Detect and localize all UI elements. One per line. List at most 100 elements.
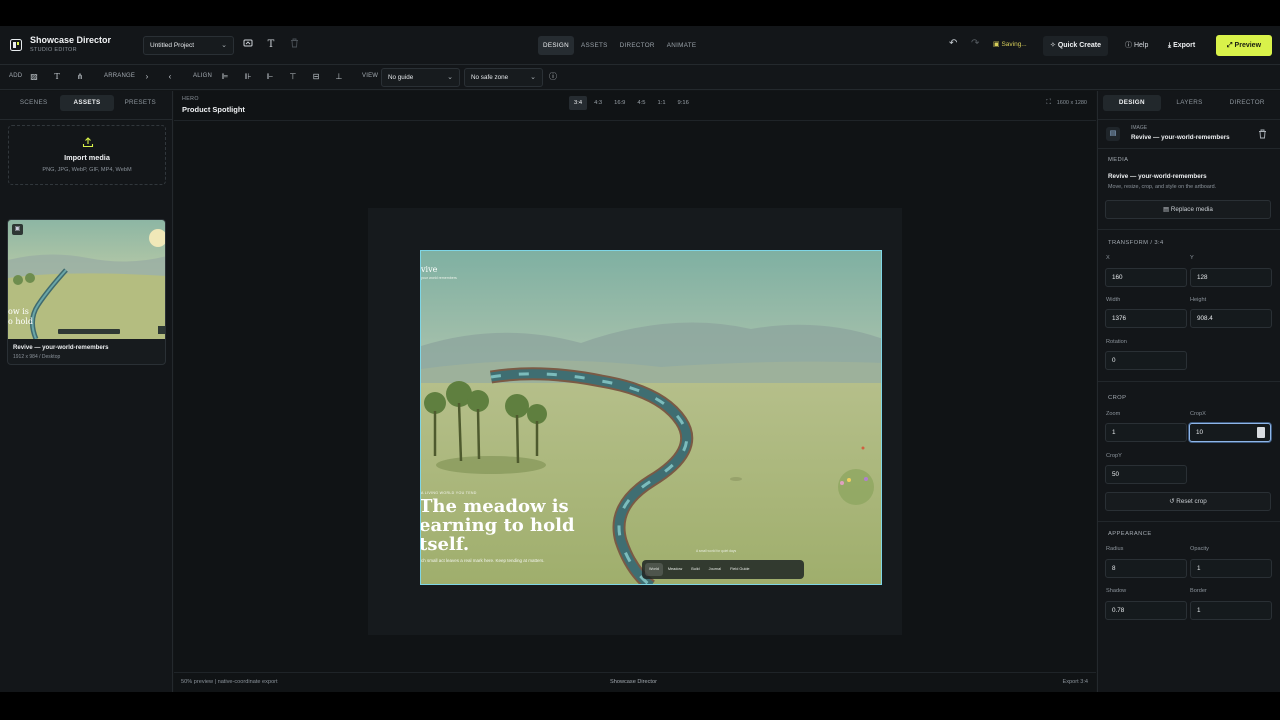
add-text-icon[interactable]: T: [51, 71, 63, 83]
canvas-area: HERO Product Spotlight 3:4 4:3 16:9 4:5 …: [174, 91, 1096, 692]
zoom-field[interactable]: 1: [1105, 423, 1187, 442]
canvas-dimensions: ⛶ 1600 x 1280: [1046, 99, 1087, 106]
asset-thumbnail: ow is o hold: [8, 220, 165, 339]
project-select[interactable]: Untitled Project ⌄: [143, 36, 234, 55]
project-name: Untitled Project: [150, 42, 195, 49]
view-label: VIEW: [362, 73, 379, 79]
guide-select[interactable]: No guide ⌄: [381, 68, 460, 87]
tab-design[interactable]: DESIGN: [538, 36, 574, 55]
magic-wand-icon: ✧: [1050, 42, 1056, 49]
reset-crop-button[interactable]: ↺ Reset crop: [1105, 492, 1271, 511]
cropy-field[interactable]: 50: [1105, 465, 1187, 484]
artboard-note: A small world for quiet days: [696, 549, 737, 553]
height-field[interactable]: 908.4: [1190, 309, 1272, 328]
tab-director[interactable]: DIRECTOR: [1218, 95, 1276, 111]
align-center-icon[interactable]: ⊪: [242, 71, 254, 83]
add-shape-icon[interactable]: ⋔: [74, 71, 86, 83]
ratio-1-1[interactable]: 1:1: [652, 96, 670, 110]
tab-presets[interactable]: PRESETS: [114, 95, 167, 111]
quick-create-button[interactable]: ✧ Quick Create: [1043, 36, 1109, 56]
ratio-4-3[interactable]: 4:3: [589, 96, 607, 110]
cropx-field[interactable]: 10: [1189, 423, 1271, 442]
reset-icon: ↺: [1169, 498, 1175, 505]
chevron-down-icon: ⌄: [221, 42, 227, 49]
fullscreen-icon[interactable]: ⛶: [1046, 99, 1051, 106]
import-media-dropzone[interactable]: Import media PNG, JPG, WebP, GIF, MP4, W…: [8, 125, 166, 185]
transform-section-title: TRANSFORM / 3:4: [1108, 240, 1164, 246]
ratio-9-16[interactable]: 9:16: [673, 96, 694, 110]
tab-scenes[interactable]: SCENES: [7, 95, 60, 111]
radius-label: Radius: [1106, 546, 1124, 552]
artboard-brand: vive: [421, 265, 438, 274]
replace-media-button[interactable]: ▤ Replace media: [1105, 200, 1271, 219]
cropy-label: CropY: [1106, 453, 1122, 459]
add-text-icon[interactable]: T: [264, 38, 278, 52]
divider: [0, 119, 173, 120]
media-name: Revive — your-world-remembers: [1108, 173, 1207, 180]
align-right-icon[interactable]: ⊩: [264, 71, 276, 83]
info-icon[interactable]: ⓘ: [547, 71, 559, 83]
ratio-4-5[interactable]: 4:5: [632, 96, 650, 110]
chevron-down-icon: ⌄: [530, 74, 536, 81]
safe-zone-select[interactable]: No safe zone ⌄: [464, 68, 543, 87]
align-bottom-icon[interactable]: ⊥: [333, 71, 345, 83]
tab-layers[interactable]: LAYERS: [1161, 95, 1219, 111]
ratio-16-9[interactable]: 16:9: [609, 96, 630, 110]
artboard-body: ch small act leaves a real mark here. Ke…: [421, 558, 545, 563]
preview-button[interactable]: ⤢ Preview: [1216, 35, 1272, 56]
app-title: Showcase Director: [30, 35, 112, 45]
add-label: ADD: [9, 73, 23, 79]
width-label: Width: [1106, 297, 1121, 303]
align-label: ALIGN: [193, 73, 213, 79]
tab-design[interactable]: DESIGN: [1103, 95, 1161, 111]
rotation-field[interactable]: 0: [1105, 351, 1187, 370]
preview-info: 50% preview | native-coordinate export: [181, 679, 278, 685]
radius-field[interactable]: 8: [1105, 559, 1187, 578]
border-field[interactable]: 1: [1190, 601, 1272, 620]
left-panel-tabs: SCENES ASSETS PRESETS: [7, 95, 167, 111]
opacity-field[interactable]: 1: [1190, 559, 1272, 578]
inspector-tabs: DESIGN LAYERS DIRECTOR: [1103, 95, 1276, 111]
export-ratio: Export 3:4: [1062, 679, 1089, 685]
tab-assets[interactable]: ASSETS: [576, 36, 613, 55]
export-button[interactable]: ⤓ Export: [1168, 36, 1195, 56]
stepper-icon[interactable]: [1257, 427, 1265, 438]
opacity-label: Opacity: [1190, 546, 1209, 552]
width-field[interactable]: 1376: [1105, 309, 1187, 328]
asset-card[interactable]: ow is o hold ▣ Revive — your-world-remem…: [7, 219, 166, 365]
shadow-field[interactable]: 0.78: [1105, 601, 1187, 620]
add-image-icon[interactable]: [241, 38, 255, 52]
tab-assets[interactable]: ASSETS: [60, 95, 114, 111]
y-label: Y: [1190, 255, 1194, 261]
cropx-label: CropX: [1190, 411, 1206, 417]
chevron-right-icon[interactable]: ›: [141, 71, 153, 83]
inspector-panel: DESIGN LAYERS DIRECTOR ▤ IMAGE Revive — …: [1097, 91, 1280, 692]
align-left-icon[interactable]: ⊫: [219, 71, 231, 83]
tab-director[interactable]: DIRECTOR: [615, 36, 660, 55]
artboard-headline: The meadow is earning to hold tself.: [420, 496, 575, 555]
redo-icon[interactable]: ↷: [971, 38, 979, 49]
asset-name: Revive — your-world-remembers: [13, 344, 109, 351]
x-field[interactable]: 160: [1105, 268, 1187, 287]
align-middle-icon[interactable]: ⊟: [310, 71, 322, 83]
y-field[interactable]: 128: [1190, 268, 1272, 287]
tab-animate[interactable]: ANIMATE: [662, 36, 702, 55]
chevron-left-icon[interactable]: ‹: [164, 71, 176, 83]
align-top-icon[interactable]: ⊤: [287, 71, 299, 83]
rotation-label: Rotation: [1106, 339, 1127, 345]
trash-icon[interactable]: [287, 38, 301, 52]
help-button[interactable]: ⓘ Help: [1125, 36, 1148, 56]
artboard-tagline: your world remembers: [421, 276, 457, 280]
delete-icon[interactable]: [1258, 129, 1267, 141]
artboard-eyebrow: A LIVING WORLD YOU TEND: [421, 491, 477, 495]
artboard-image[interactable]: vive your world remembers A LIVING WORLD…: [420, 250, 882, 585]
add-image-icon[interactable]: ▨: [28, 71, 40, 83]
artboard-nav-world: World: [645, 563, 663, 576]
status-bar: 50% preview | native-coordinate export S…: [174, 672, 1096, 692]
asset-meta: 1912 x 984 / Desktop: [13, 354, 61, 360]
ratio-3-4[interactable]: 3:4: [569, 96, 588, 110]
scene-kicker: HERO: [182, 96, 199, 102]
image-file-icon: ▤: [1106, 127, 1120, 141]
undo-icon[interactable]: ↶: [949, 38, 957, 49]
artboard-nav-journal: Journal: [708, 567, 722, 571]
